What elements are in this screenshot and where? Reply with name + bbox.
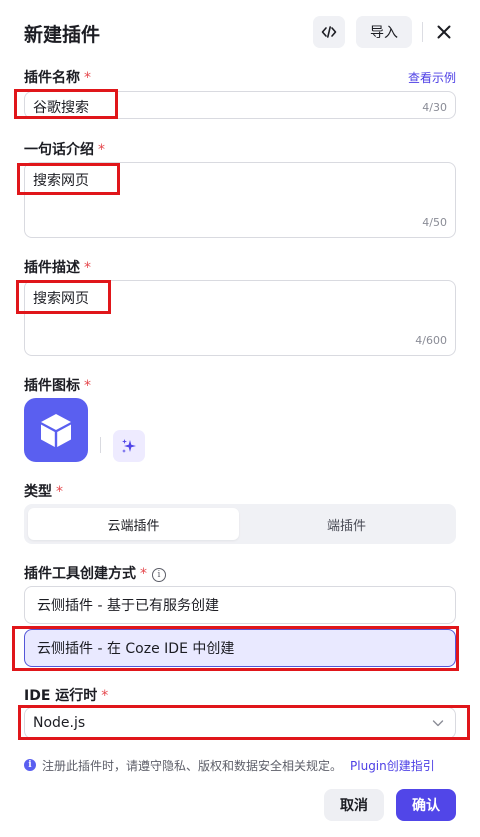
- intro-label-text: 一句话介绍: [24, 142, 94, 158]
- creation-method-label: 插件工具创建方式 * i: [24, 563, 166, 583]
- notice-text: 注册此插件时，请遵守隐私、版权和数据安全相关规定。: [42, 758, 343, 773]
- required-mark: *: [84, 260, 91, 276]
- required-mark: *: [84, 70, 91, 86]
- required-mark: *: [84, 378, 91, 394]
- creation-option-coze-ide[interactable]: 云侧插件 - 在 Coze IDE 中创建: [24, 629, 456, 667]
- plugin-name-counter: 4/30: [422, 101, 447, 114]
- view-example-link[interactable]: 查看示例: [408, 69, 456, 86]
- intro-label: 一句话介绍 *: [24, 139, 105, 159]
- intro-counter: 4/50: [422, 216, 447, 229]
- close-button[interactable]: [432, 20, 456, 44]
- type-label: 类型 *: [24, 481, 63, 501]
- plugin-name-input[interactable]: 谷歌搜索 4/30: [24, 91, 456, 119]
- import-button[interactable]: 导入: [356, 16, 412, 48]
- confirm-button[interactable]: 确认: [396, 789, 456, 821]
- close-icon: [437, 25, 451, 39]
- icon-separator: [100, 437, 101, 453]
- ide-runtime-select[interactable]: Node.js: [24, 707, 456, 739]
- description-label-text: 插件描述: [24, 260, 80, 276]
- plugin-guide-link[interactable]: Plugin创建指引: [350, 757, 435, 774]
- dialog-header: 新建插件 导入: [0, 0, 480, 66]
- type-option-local[interactable]: 端插件: [241, 508, 452, 540]
- description-textarea[interactable]: 搜索网页 4/600: [24, 280, 456, 356]
- ai-generate-icon-button[interactable]: [113, 430, 145, 462]
- type-option-cloud[interactable]: 云端插件: [28, 508, 239, 540]
- header-divider: [422, 22, 423, 42]
- plugin-name-label-text: 插件名称: [24, 70, 80, 86]
- cube-icon: [41, 414, 71, 447]
- plugin-icon-label: 插件图标 *: [24, 375, 91, 395]
- required-mark: *: [56, 484, 63, 500]
- required-mark: *: [140, 566, 147, 582]
- required-mark: *: [101, 688, 109, 704]
- plugin-icon-label-text: 插件图标: [24, 378, 80, 394]
- description-counter: 4/600: [415, 334, 447, 347]
- chevron-down-icon: [432, 720, 444, 727]
- ide-runtime-value: Node.js: [33, 715, 86, 731]
- plugin-icon-upload[interactable]: [24, 398, 88, 462]
- creation-option-existing-service[interactable]: 云侧插件 - 基于已有服务创建: [24, 586, 456, 624]
- description-label: 插件描述 *: [24, 257, 91, 277]
- info-icon[interactable]: i: [152, 568, 166, 582]
- plugin-name-value: 谷歌搜索: [33, 100, 89, 116]
- ide-runtime-label-text: IDE 运行时: [24, 688, 98, 704]
- intro-textarea[interactable]: 搜索网页 4/50: [24, 162, 456, 238]
- cancel-button[interactable]: 取消: [324, 789, 384, 821]
- required-mark: *: [98, 142, 105, 158]
- type-segmented-control: 云端插件 端插件: [24, 504, 456, 544]
- code-view-button[interactable]: [313, 16, 345, 48]
- plugin-name-label: 插件名称 *: [24, 67, 91, 87]
- creation-method-label-text: 插件工具创建方式: [24, 566, 136, 582]
- description-value: 搜索网页: [33, 291, 89, 307]
- dialog-title: 新建插件: [24, 24, 101, 46]
- create-plugin-dialog: 新建插件 导入 插件名称 * 查看示例 谷歌搜索 4/30 一句话介绍 * 搜索网页…: [0, 0, 480, 837]
- intro-value: 搜索网页: [33, 173, 89, 189]
- code-icon: [321, 26, 337, 38]
- ide-runtime-label: IDE 运行时 *: [24, 685, 108, 705]
- sparkle-icon: [122, 439, 136, 453]
- type-label-text: 类型: [24, 484, 52, 500]
- compliance-notice: i 注册此插件时，请遵守隐私、版权和数据安全相关规定。 Plugin创建指引: [24, 756, 464, 774]
- info-filled-icon: i: [24, 759, 36, 771]
